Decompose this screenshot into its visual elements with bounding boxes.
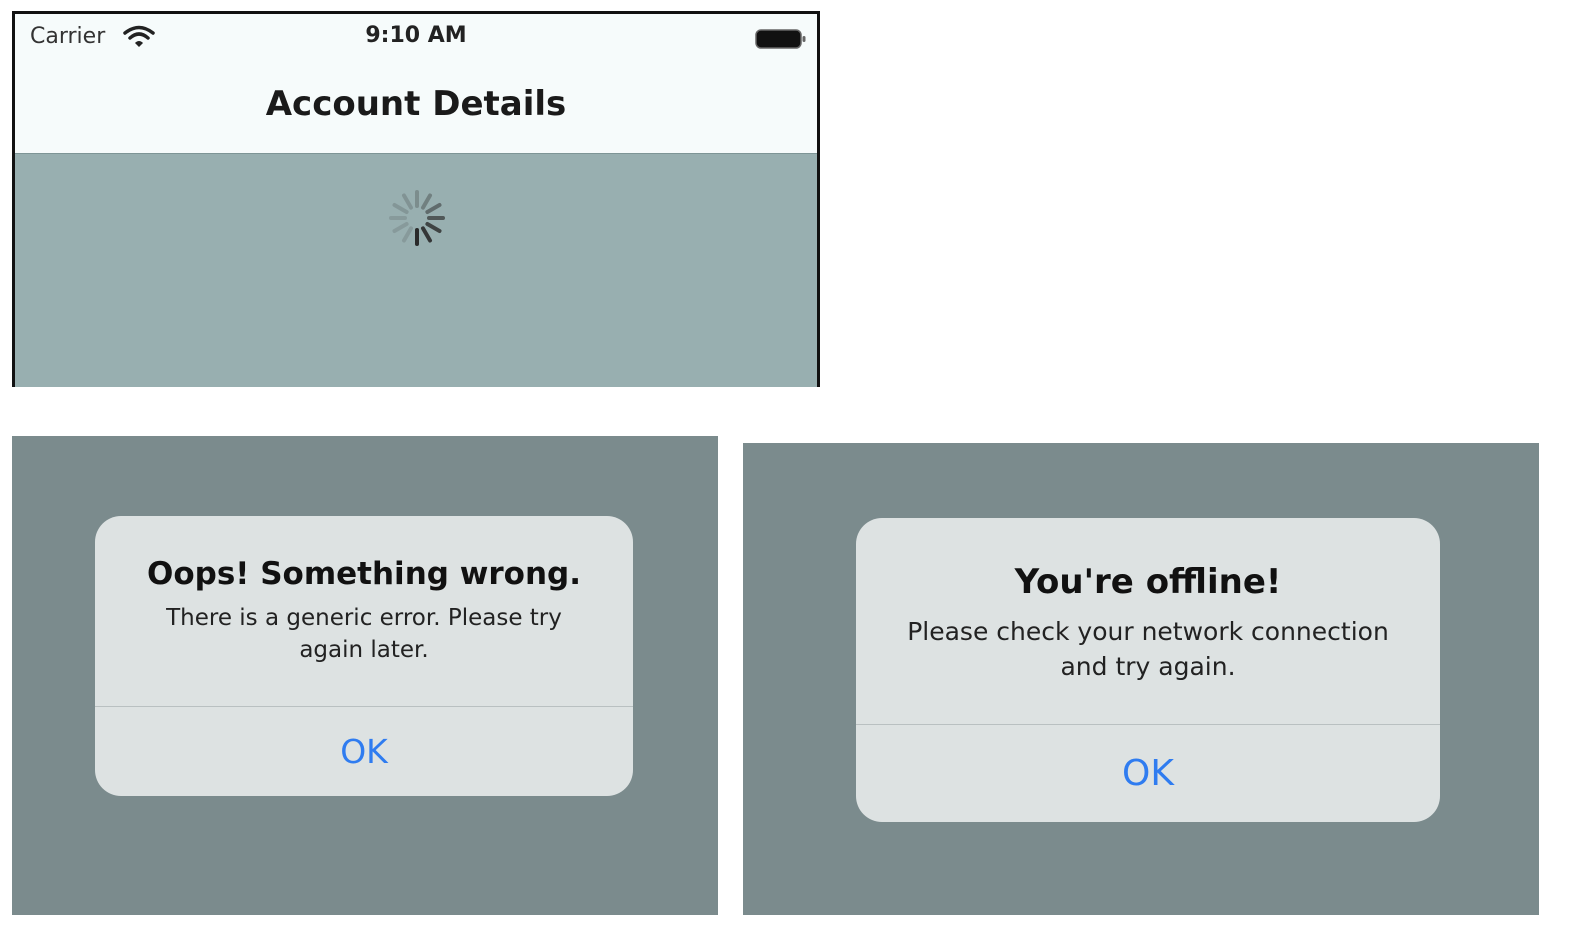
generic-error-screen: Oops! Something wrong. There is a generi… xyxy=(12,436,718,915)
activity-spinner-icon xyxy=(389,190,445,246)
alert-title: You're offline! xyxy=(1014,562,1282,602)
nav-title: Account Details xyxy=(265,84,567,124)
ok-button[interactable]: OK xyxy=(856,725,1440,822)
offline-screen: You're offline! Please check your networ… xyxy=(743,443,1539,915)
alert-message: There is a generic error. Please try aga… xyxy=(166,605,562,663)
status-time: 9:10 AM xyxy=(365,23,467,48)
status-bar: Carrier 9:10 AM xyxy=(15,14,817,62)
loading-screen: Carrier 9:10 AM Account Details xyxy=(12,11,820,387)
battery-icon xyxy=(755,29,806,49)
alert-title: Oops! Something wrong. xyxy=(147,556,581,592)
ok-button[interactable]: OK xyxy=(95,707,633,796)
alert-message: Please check your network connection and… xyxy=(907,617,1389,681)
offline-alert: You're offline! Please check your networ… xyxy=(856,518,1440,822)
generic-error-alert: Oops! Something wrong. There is a generi… xyxy=(95,516,633,796)
